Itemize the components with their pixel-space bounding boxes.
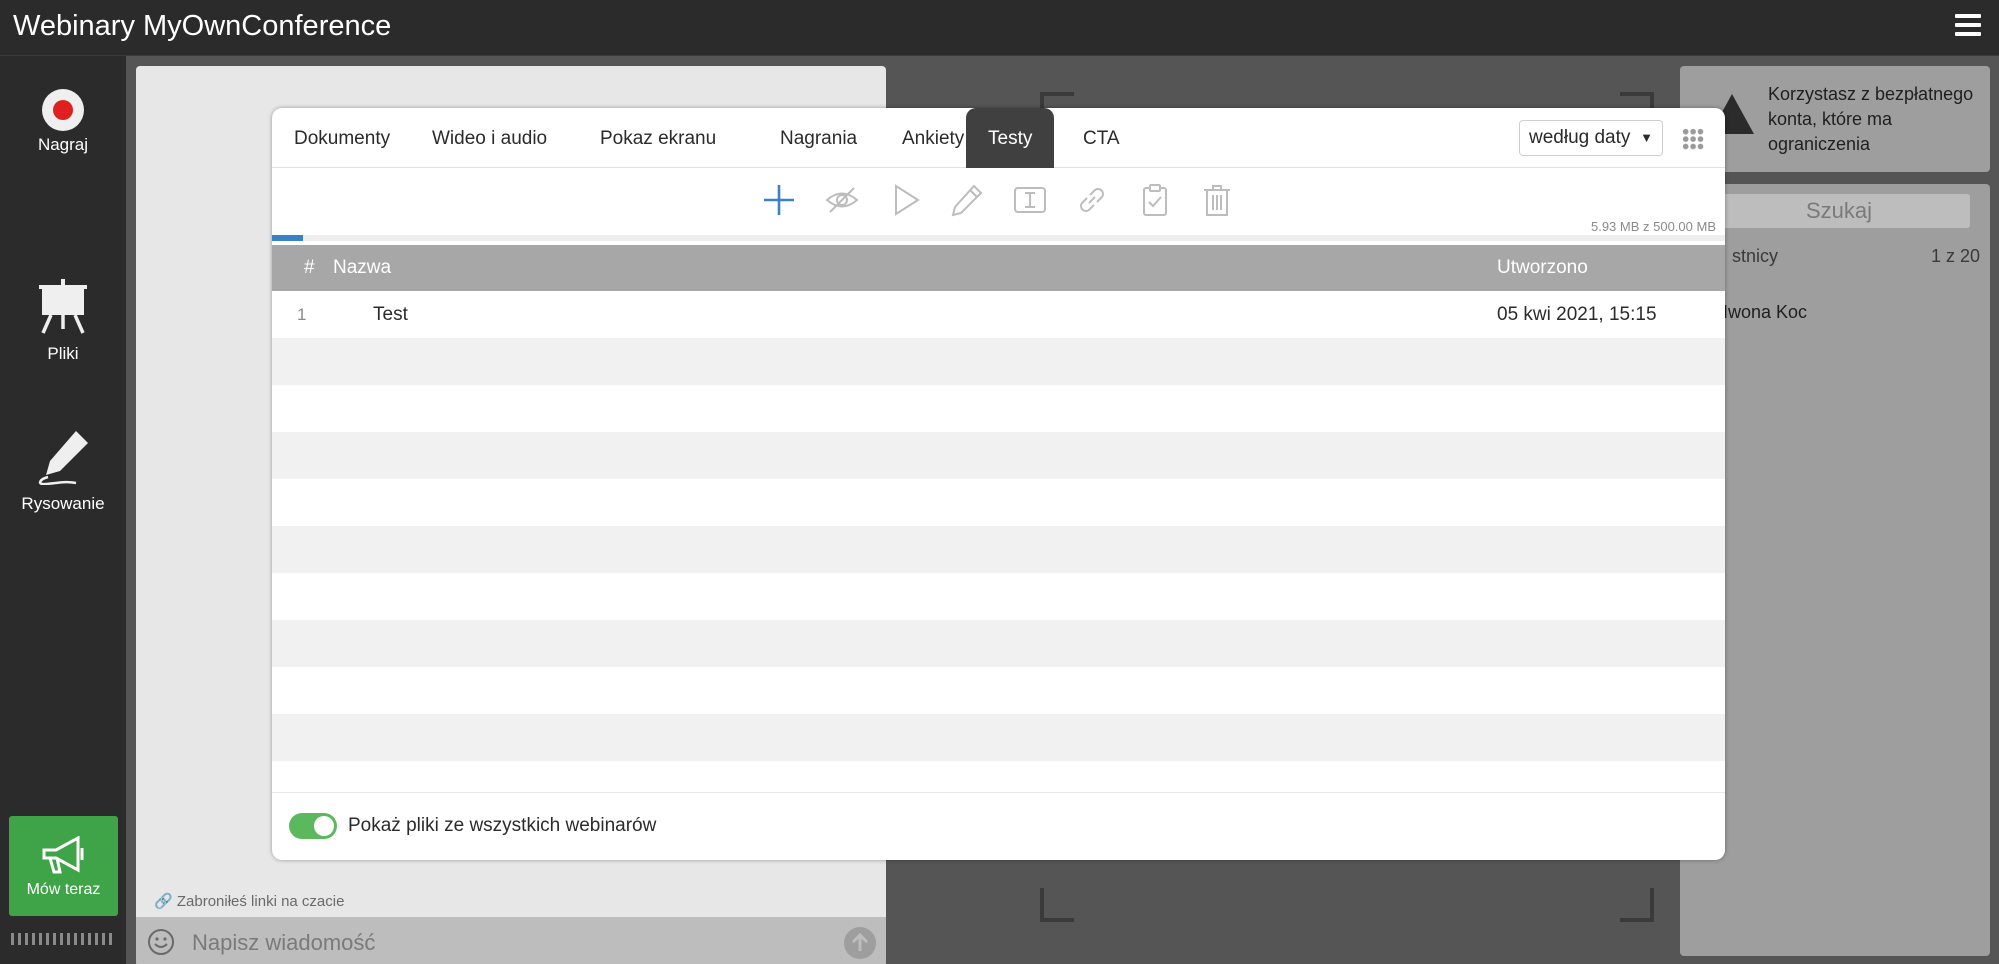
table-row-empty: [272, 479, 1725, 526]
free-account-warning: Korzystasz z bezpłatnego konta, które ma…: [1680, 66, 1990, 172]
storage-usage-text: 5.93 MB z 500.00 MB: [1590, 219, 1716, 234]
chat-message-input[interactable]: [192, 929, 792, 957]
row-name: Test: [373, 304, 408, 325]
table-row-empty: [272, 714, 1725, 761]
column-header-name[interactable]: Nazwa: [333, 245, 391, 291]
presentation-board-icon: [39, 279, 87, 334]
grid-view-icon[interactable]: [1682, 128, 1704, 150]
tab-cta[interactable]: CTA: [1061, 108, 1142, 168]
storage-progress-bar: [272, 235, 1725, 241]
table-body: 1 Test 05 kwi 2021, 15:15: [272, 291, 1725, 761]
play-icon[interactable]: [888, 183, 922, 217]
sort-select-value: według daty: [1529, 127, 1631, 148]
top-bar: Webinary MyOwnConference: [0, 0, 1999, 56]
clipboard-check-icon[interactable]: [1138, 183, 1172, 217]
caret-down-icon: ▼: [1640, 130, 1653, 145]
tab-tests[interactable]: Testy: [966, 108, 1055, 168]
table-row-empty: [272, 526, 1725, 573]
column-header-number: #: [304, 257, 315, 278]
participants-label: stnicy: [1732, 246, 1779, 266]
link-icon: 🔗: [154, 893, 173, 910]
video-frame-corner: [1040, 888, 1074, 922]
audio-level-meter: [11, 933, 116, 945]
video-frame-corner: [1620, 888, 1654, 922]
sidebar-item-label: Pliki: [47, 344, 79, 363]
chat-note-text: Zabroniłeś linki na czacie: [176, 893, 345, 910]
modal-tabs: Dokumenty Wideo i audio Pokaz ekranu Nag…: [272, 108, 1725, 168]
participants-panel: Szukaj stnicy 1 z 20 Iwona Koc: [1680, 184, 1990, 956]
sidebar-item-label: Nagraj: [37, 135, 89, 154]
row-created-date: 05 kwi 2021, 15:15: [1497, 304, 1657, 325]
edit-pencil-icon[interactable]: [950, 183, 984, 217]
sidebar-item-label: Rysowanie: [21, 494, 105, 513]
app-title: Webinary MyOwnConference: [13, 10, 392, 42]
modal-footer: Pokaż pliki ze wszystkich webinarów: [272, 792, 1725, 860]
table-row[interactable]: 1 Test 05 kwi 2021, 15:15: [272, 291, 1725, 338]
record-icon: [42, 89, 84, 131]
modal-toolbar: 5.93 MB z 500.00 MB: [272, 169, 1725, 234]
storage-progress-fill: [272, 235, 303, 241]
sidebar-item-record[interactable]: Nagraj: [0, 89, 126, 155]
show-all-files-label: Pokaż pliki ze wszystkich webinarów: [348, 815, 657, 836]
tab-screen-share[interactable]: Pokaz ekranu: [578, 108, 738, 168]
link-icon[interactable]: [1075, 183, 1109, 217]
chat-links-note: 🔗 Zabroniłeś linki na czacie: [154, 892, 344, 910]
left-sidebar: Nagraj Pliki Rysowanie Mów teraz: [0, 56, 126, 964]
arrow-up-icon: [851, 932, 869, 951]
participants-count: 1 z 20: [1930, 246, 1980, 266]
emoji-icon[interactable]: [146, 927, 176, 957]
warning-text: Korzystasz z bezpłatnego konta, które ma…: [1768, 84, 1974, 154]
table-row-empty: [272, 385, 1725, 432]
megaphone-icon: [42, 835, 83, 874]
table-row-empty: [272, 338, 1725, 385]
right-panel: Korzystasz z bezpłatnego konta, które ma…: [1680, 66, 1990, 956]
send-message-button[interactable]: [844, 927, 876, 959]
chat-input-bar: [136, 917, 886, 964]
trash-icon[interactable]: [1200, 183, 1234, 217]
show-all-files-toggle[interactable]: [289, 813, 337, 839]
table-row-empty: [272, 432, 1725, 479]
tab-documents[interactable]: Dokumenty: [272, 108, 412, 168]
tab-video-audio[interactable]: Wideo i audio: [410, 108, 569, 168]
add-icon[interactable]: [762, 183, 796, 217]
row-number: 1: [297, 305, 307, 324]
tab-recordings[interactable]: Nagrania: [758, 108, 879, 168]
sort-select[interactable]: według daty ▼: [1519, 120, 1663, 156]
speak-now-label: Mów teraz: [26, 881, 101, 898]
pencil-drawing-icon: [38, 431, 88, 486]
table-row-empty: [272, 667, 1725, 714]
sidebar-item-files[interactable]: Pliki: [0, 279, 126, 364]
table-row-empty: [272, 573, 1725, 620]
hide-eye-icon[interactable]: [825, 183, 859, 217]
speak-now-button[interactable]: Mów teraz: [9, 816, 118, 916]
table-row-empty: [272, 620, 1725, 667]
column-header-created[interactable]: Utworzono: [1497, 245, 1588, 291]
files-modal: Dokumenty Wideo i audio Pokaz ekranu Nag…: [272, 108, 1725, 860]
rename-text-icon[interactable]: [1013, 183, 1047, 217]
search-participants-button[interactable]: Szukaj: [1708, 194, 1970, 228]
participant-name[interactable]: Iwona Koc: [1723, 302, 1807, 323]
hamburger-menu-icon[interactable]: [1955, 14, 1981, 38]
sidebar-item-drawing[interactable]: Rysowanie: [0, 429, 126, 514]
table-header: # Nazwa Utworzono: [272, 245, 1725, 291]
